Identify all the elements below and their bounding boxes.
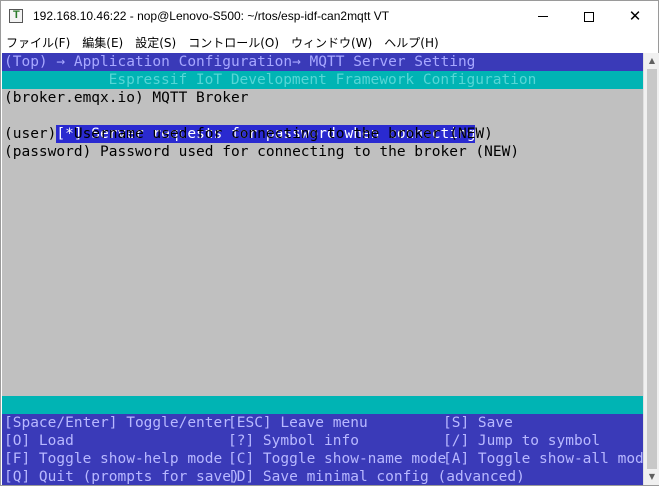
help-row: [Space/Enter] Toggle/enter [ESC] Leave m…	[2, 414, 643, 432]
help-show-all-mode: [A] Toggle show-all mode	[443, 451, 643, 467]
help-save-minimal: [D] Save minimal config (advanced)	[228, 469, 525, 485]
minimize-button[interactable]	[520, 1, 566, 32]
menu-help[interactable]: ヘルプ(H)	[384, 34, 438, 51]
help-row: [Q] Quit (prompts for save) [D] Save min…	[2, 468, 643, 485]
terminal-screen[interactable]: (Top) → Application Configuration→ MQTT …	[2, 53, 643, 485]
title-bar[interactable]: 192.168.10.46:22 - nop@Lenovo-S500: ~/rt…	[1, 1, 658, 32]
help-jump-to-symbol: [/] Jump to symbol	[443, 433, 601, 449]
menu-file[interactable]: ファイル(F)	[6, 34, 70, 51]
scroll-down-icon[interactable]: ▼	[647, 472, 657, 482]
scroll-up-icon[interactable]: ▲	[647, 56, 657, 66]
minimize-icon	[538, 16, 548, 17]
help-load: [O] Load	[4, 433, 74, 449]
menuconfig-header: Espressif IoT Development Framework Conf…	[2, 71, 643, 89]
menu-window[interactable]: ウィンドウ(W)	[291, 34, 372, 51]
help-row: [F] Toggle show-help mode [C] Toggle sho…	[2, 450, 643, 468]
maximize-icon	[584, 11, 594, 22]
key-help-panel: [Space/Enter] Toggle/enter [ESC] Leave m…	[2, 414, 643, 485]
menu-setup[interactable]: 設定(S)	[135, 34, 176, 51]
help-leave-menu: [ESC] Leave menu	[228, 415, 368, 431]
scroll-thumb[interactable]	[647, 69, 657, 469]
maximize-button[interactable]	[566, 1, 612, 32]
help-symbol-info: [?] Symbol info	[228, 433, 359, 449]
config-item-password-required[interactable]: [*] Server requests for password when co…	[2, 107, 643, 143]
window-title: 192.168.10.46:22 - nop@Lenovo-S500: ~/rt…	[33, 9, 390, 23]
separator-bar	[2, 396, 643, 414]
help-show-name-mode: [C] Toggle show-name mode	[228, 451, 447, 467]
config-item-mqtt-broker[interactable]: (broker.emqx.io) MQTT Broker	[2, 89, 643, 107]
teraterm-icon	[9, 9, 23, 23]
help-quit: [Q] Quit (prompts for save)	[4, 469, 240, 485]
help-show-help-mode: [F] Toggle show-help mode	[4, 451, 223, 467]
menu-control[interactable]: コントロール(O)	[188, 34, 279, 51]
config-item-password[interactable]: (password) Password used for connecting …	[2, 143, 643, 161]
terminal-window: 192.168.10.46:22 - nop@Lenovo-S500: ~/rt…	[0, 0, 659, 486]
vertical-scrollbar[interactable]: ▲ ▼	[643, 53, 659, 485]
menu-bar: ファイル(F) 編集(E) 設定(S) コントロール(O) ウィンドウ(W) ヘ…	[1, 32, 658, 52]
close-icon: ✕	[628, 7, 642, 25]
help-toggle-enter: [Space/Enter] Toggle/enter	[4, 415, 231, 431]
close-button[interactable]: ✕	[612, 1, 658, 32]
menu-edit[interactable]: 編集(E)	[82, 34, 123, 51]
menuconfig-breadcrumb: (Top) → Application Configuration→ MQTT …	[2, 53, 643, 71]
config-item-username[interactable]: (user) Username used for connecting to t…	[2, 125, 643, 143]
help-save: [S] Save	[443, 415, 513, 431]
help-row: [O] Load [?] Symbol info [/] Jump to sym…	[2, 432, 643, 450]
